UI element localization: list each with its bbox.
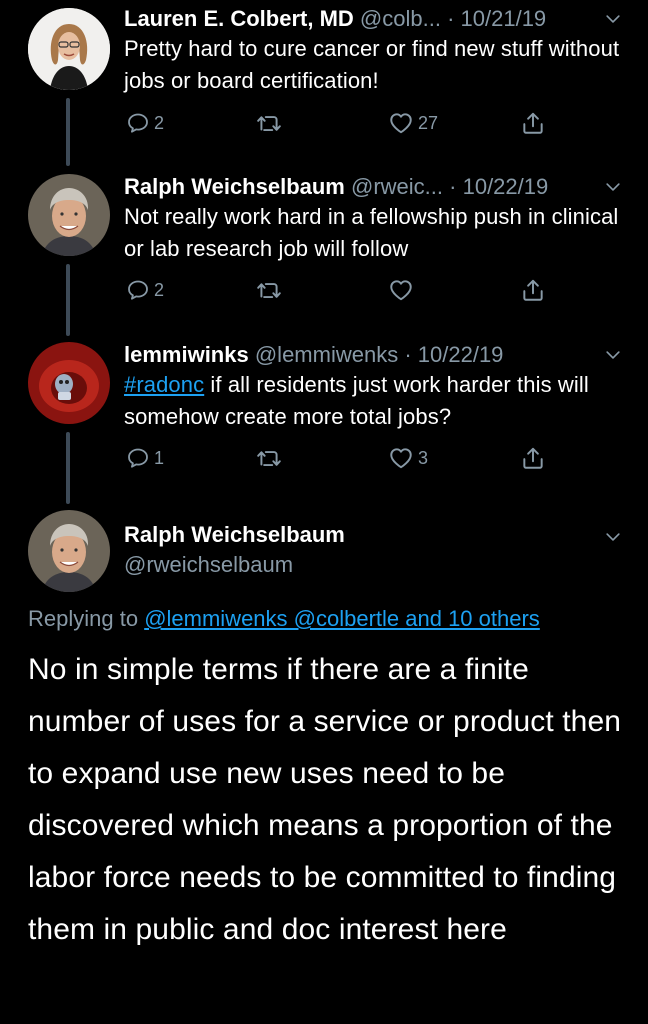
tweet-header: Lauren E. Colbert, MD @colb... · 10/21/1… [124,2,620,36]
reply-button[interactable]: 2 [126,106,164,140]
heart-icon [388,445,414,471]
heart-icon [388,277,414,303]
display-name[interactable]: Ralph Weichselbaum [124,174,345,199]
thread-line [66,98,70,166]
share-icon [520,277,546,303]
retweet-button[interactable] [256,273,282,307]
reply-count: 1 [154,447,165,468]
avatar[interactable] [28,8,110,90]
reply-count: 2 [154,279,165,300]
retweet-icon [256,110,282,136]
avatar[interactable] [28,510,110,592]
retweet-icon [256,445,282,471]
replying-prefix: Replying to [28,606,145,631]
share-button[interactable] [520,441,546,475]
share-icon [520,445,546,471]
like-button[interactable]: 3 [388,441,428,475]
share-button[interactable] [520,273,546,307]
display-name[interactable]: Ralph Weichselbaum [124,518,345,552]
reply-button[interactable]: 1 [126,441,164,475]
avatar[interactable] [28,174,110,256]
tweet-text: No in simple terms if there are a finite… [28,653,622,946]
thread-tweet[interactable]: Ralph Weichselbaum @rweic... · 10/22/19 … [0,170,648,338]
thread-line [66,432,70,504]
user-handle[interactable]: @colb... [360,6,441,31]
thread-tweet[interactable]: Lauren E. Colbert, MD @colb... · 10/21/1… [0,0,648,168]
chevron-down-icon[interactable] [602,170,624,204]
avatar[interactable] [28,342,110,424]
replying-to: Replying to @lemmiwenks @colbertle and 1… [28,602,620,636]
hashtag-link[interactable]: #radonc [124,372,204,397]
tweet-date[interactable]: 10/21/19 [461,6,547,31]
reply-icon [126,278,150,302]
tweet-header: Ralph Weichselbaum @rweic... · 10/22/19 [124,170,620,204]
like-button[interactable] [388,273,418,307]
main-tweet: Ralph Weichselbaum @rweichselbaum Replyi… [0,506,648,1024]
tweet-date[interactable]: 10/22/19 [463,174,549,199]
separator-dot: · [449,174,463,199]
display-name[interactable]: lemmiwinks [124,342,249,367]
tweet-header: lemmiwinks @lemmiwenks · 10/22/19 [124,338,620,372]
heart-icon [388,110,414,136]
thread-line [66,264,70,336]
share-icon [520,110,546,136]
tweet-actions: 2 27 [124,106,554,140]
user-handle[interactable]: @rweichselbaum [124,548,293,582]
separator-dot: · [404,342,418,367]
retweet-button[interactable] [256,106,282,140]
display-name[interactable]: Lauren E. Colbert, MD [124,6,354,31]
separator-dot: · [447,6,461,31]
share-button[interactable] [520,106,546,140]
tweet-text: Pretty hard to cure cancer or find new s… [124,36,620,93]
tweet-actions: 1 3 [124,441,554,475]
tweet-text: #radonc if all residents just work harde… [124,369,620,433]
user-handle[interactable]: @lemmiwenks [255,342,398,367]
thread-tweet[interactable]: lemmiwinks @lemmiwenks · 10/22/19 #radon… [0,338,648,506]
reply-icon [126,111,150,135]
user-handle[interactable]: @rweic... [351,174,443,199]
like-count: 27 [418,112,439,133]
replying-links[interactable]: @lemmiwenks @colbertle and 10 others [144,606,540,631]
reply-count: 2 [154,112,165,133]
chevron-down-icon[interactable] [602,338,624,372]
reply-button[interactable]: 2 [126,273,164,307]
like-button[interactable]: 27 [388,106,438,140]
tweet-actions: 2 [124,273,554,307]
retweet-button[interactable] [256,441,282,475]
chevron-down-icon[interactable] [602,2,624,36]
retweet-icon [256,277,282,303]
reply-icon [126,446,150,470]
tweet-date[interactable]: 10/22/19 [418,342,504,367]
chevron-down-icon[interactable] [602,520,624,554]
like-count: 3 [418,447,429,468]
tweet-text: Not really work hard in a fellowship pus… [124,204,619,261]
